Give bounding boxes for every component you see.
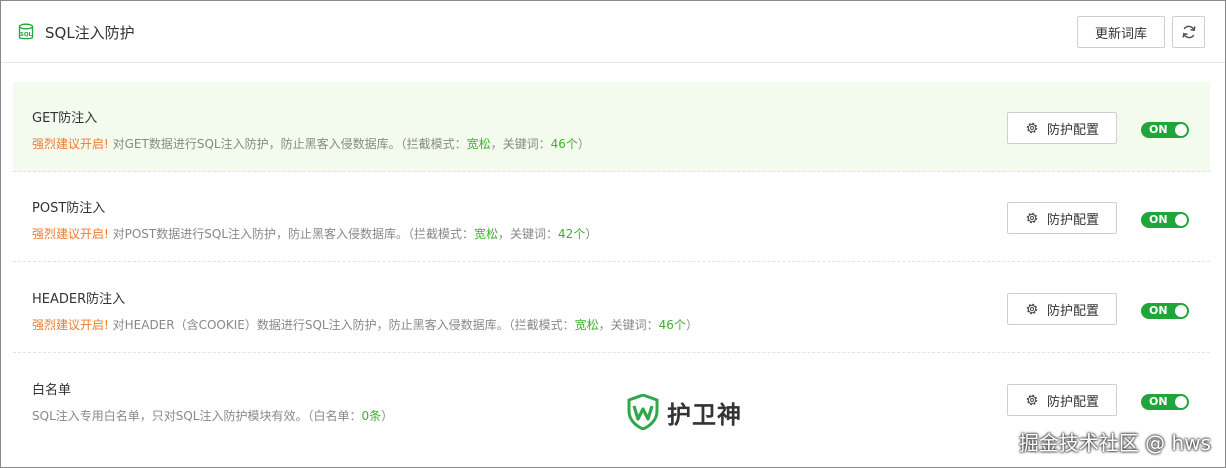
rule-row-post: POST防注入 强烈建议开启! 对POST数据进行SQL注入防护，防止黑客入侵数… [13,172,1210,262]
rule-name: HEADER防注入 [32,292,126,307]
update-dictionary-button[interactable]: 更新词库 [1077,16,1165,48]
whitelist-toggle[interactable]: ON [1141,394,1189,410]
svg-text:SQL: SQL [20,32,33,38]
rule-description: 强烈建议开启! 对HEADER（含COOKIE）数据进行SQL注入防护，防止黑客… [32,316,698,333]
intercept-mode: 宽松 [574,318,599,332]
gear-icon [1026,122,1038,134]
toggle-label: ON [1149,213,1168,226]
keyword-count: 42个 [558,227,586,241]
close-paren: ） [585,227,598,241]
shield-w-logo [627,394,659,430]
description-text: 对GET数据进行SQL注入防护，防止黑客入侵数据库。（拦截模式： [108,137,467,151]
config-label: 防护配置 [1046,394,1099,410]
gear-icon [1026,394,1038,406]
page-title: SQL注入防护 [45,24,135,42]
description-text: 对POST数据进行SQL注入防护，防止黑客入侵数据库。（拦截模式： [108,227,475,241]
toggle-knob [1175,305,1187,317]
rule-row-header: HEADER防注入 强烈建议开启! 对HEADER（含COOKIE）数据进行SQ… [13,263,1210,353]
toggle-label: ON [1149,395,1168,408]
refresh-button[interactable] [1172,16,1205,48]
keyword-label: ，关键词： [598,318,659,332]
sql-database-icon: SQL [18,23,34,40]
post-protection-toggle[interactable]: ON [1141,212,1189,228]
recommend-warning: 强烈建议开启! [32,137,109,151]
close-paren: ） [577,137,590,151]
rule-name: POST防注入 [32,201,106,216]
protection-config-button[interactable]: 防护配置 [1007,384,1117,416]
rule-description: 强烈建议开启! 对GET数据进行SQL注入防护，防止黑客入侵数据库。（拦截模式：… [32,135,590,152]
rule-description: SQL注入专用白名单，只对SQL注入防护模块有效。（白名单：0条） [32,407,393,424]
rule-name: GET防注入 [32,111,98,126]
protection-config-button[interactable]: 防护配置 [1007,112,1117,144]
source-credit: 掘金技术社区 @ hws [1018,431,1211,455]
config-label: 防护配置 [1046,122,1099,138]
gear-icon [1026,303,1038,315]
recommend-warning: 强烈建议开启! [32,227,109,241]
close-paren: ） [381,409,394,423]
recommend-warning: 强烈建议开启! [32,318,109,332]
description-text: SQL注入专用白名单，只对SQL注入防护模块有效。（白名单： [32,409,362,423]
toggle-label: ON [1149,304,1168,317]
keyword-count: 46个 [550,137,578,151]
toggle-label: ON [1149,123,1168,136]
header-protection-toggle[interactable]: ON [1141,303,1189,319]
config-label: 防护配置 [1046,212,1099,228]
rule-name: 白名单 [32,383,72,398]
keyword-label: ，关键词： [490,137,551,151]
rule-row-get: GET防注入 强烈建议开启! 对GET数据进行SQL注入防护，防止黑客入侵数据库… [13,82,1210,172]
watermark-text: 护卫神 [667,400,742,429]
get-protection-toggle[interactable]: ON [1141,122,1189,138]
sql-injection-panel: SQL SQL注入防护 更新词库 GET防注入 强烈建议开启! 对GET数据进行… [0,0,1226,468]
config-label: 防护配置 [1046,303,1099,319]
rule-description: 强烈建议开启! 对POST数据进行SQL注入防护，防止黑客入侵数据库。（拦截模式… [32,225,597,242]
keyword-count: 46个 [658,318,686,332]
toggle-knob [1175,396,1187,408]
description-text: 对HEADER（含COOKIE）数据进行SQL注入防护，防止黑客入侵数据库。（拦… [108,318,575,332]
protection-config-button[interactable]: 防护配置 [1007,293,1117,325]
panel-header: SQL SQL注入防护 更新词库 [1,1,1225,63]
whitelist-count: 0条 [361,409,382,423]
toggle-knob [1175,124,1187,136]
toggle-knob [1175,214,1187,226]
protection-config-button[interactable]: 防护配置 [1007,202,1117,234]
gear-icon [1026,212,1038,224]
close-paren: ） [685,318,698,332]
huweishen-watermark: 护卫神 [627,394,742,430]
keyword-label: ，关键词： [498,227,559,241]
intercept-mode: 宽松 [474,227,499,241]
refresh-icon [1181,25,1196,39]
intercept-mode: 宽松 [466,137,491,151]
